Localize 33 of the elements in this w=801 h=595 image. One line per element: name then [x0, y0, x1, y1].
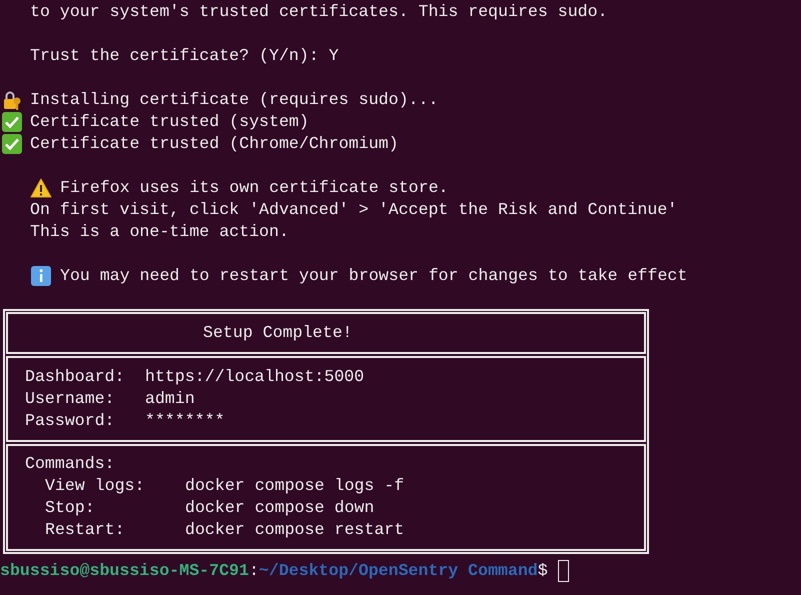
- command-text: docker compose down: [185, 497, 374, 519]
- prompt-path: ~/Desktop/OpenSentry Command: [258, 560, 538, 582]
- command-text: docker compose restart: [185, 519, 404, 541]
- field-label: Username:: [25, 388, 116, 410]
- prompt-symbol: $: [538, 560, 548, 582]
- section-heading: Commands:: [25, 453, 115, 475]
- check-icon: [1, 133, 23, 155]
- field-value: https://localhost:5000: [145, 366, 364, 388]
- box-title: Setup Complete!: [203, 323, 352, 342]
- field-value: admin: [145, 388, 195, 410]
- terminal-line: Trust the certificate? (Y/n): Y: [30, 45, 339, 67]
- prompt-user-host: sbussiso@sbussiso-MS-7C91: [0, 560, 249, 582]
- prompt-separator: :: [248, 560, 259, 582]
- info-icon: [30, 265, 52, 287]
- terminal-line: Certificate trusted (Chrome/Chromium): [30, 133, 398, 155]
- warning-icon: [30, 177, 52, 199]
- command-label: View logs:: [45, 475, 146, 497]
- field-value: ********: [145, 410, 225, 432]
- text-cursor: [558, 560, 569, 582]
- field-label: Dashboard:: [25, 366, 126, 388]
- terminal-line: On first visit, click 'Advanced' > 'Accept the Risk and Continue': [30, 199, 678, 221]
- command-label: Restart:: [45, 519, 126, 541]
- lock-key-icon: [1, 89, 23, 111]
- field-label: Password:: [25, 410, 116, 432]
- command-text: docker compose logs -f: [185, 475, 404, 497]
- terminal-line: Firefox uses its own certificate store.: [60, 177, 448, 199]
- terminal-line: You may need to restart your browser for changes to take effect: [60, 265, 688, 287]
- terminal-line: to your system's trusted certificates. This requires sudo.: [30, 1, 608, 23]
- command-label: Stop:: [45, 497, 96, 519]
- terminal-line: Certificate trusted (system): [30, 111, 309, 133]
- check-icon: [1, 111, 23, 133]
- terminal-line: Installing certificate (requires sudo)...: [30, 89, 438, 111]
- terminal-line: This is a one-time action.: [30, 221, 289, 243]
